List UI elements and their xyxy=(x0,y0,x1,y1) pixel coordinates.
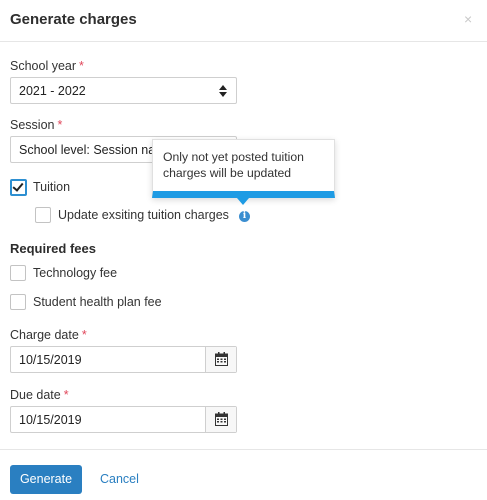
generate-charges-dialog: Generate charges × School year * 2021 - 2… xyxy=(0,0,487,500)
cancel-button[interactable]: Cancel xyxy=(100,472,139,486)
due-date-label-text: Due date xyxy=(10,388,61,402)
charge-date-input[interactable]: 10/15/2019 xyxy=(10,346,237,373)
update-existing-checkbox[interactable] xyxy=(35,207,51,223)
due-date-label: Due date * xyxy=(10,388,69,402)
due-date-calendar-button[interactable] xyxy=(205,407,236,432)
required-asterisk: * xyxy=(57,118,63,132)
dialog-footer: Generate Cancel xyxy=(0,449,487,500)
required-fees-title: Required fees xyxy=(10,241,96,256)
generate-button[interactable]: Generate xyxy=(10,465,82,494)
update-existing-label: Update exsiting tuition charges xyxy=(58,208,229,222)
tooltip-text: Only not yet posted tuition charges will… xyxy=(163,150,304,180)
session-label: Session * xyxy=(10,118,62,132)
tuition-label: Tuition xyxy=(33,180,71,194)
due-date-input[interactable]: 10/15/2019 xyxy=(10,406,237,433)
close-icon[interactable]: × xyxy=(464,12,472,26)
school-year-label-text: School year xyxy=(10,59,77,73)
info-icon[interactable]: i xyxy=(239,211,250,222)
charge-date-label: Charge date * xyxy=(10,328,87,342)
dialog-title: Generate charges xyxy=(10,11,137,28)
required-asterisk: * xyxy=(79,59,84,73)
school-year-label: School year * xyxy=(10,59,84,73)
tuition-checkbox[interactable] xyxy=(10,179,27,196)
sort-caret-icon xyxy=(218,83,228,99)
dialog-header: Generate charges × xyxy=(0,0,487,42)
technology-fee-label: Technology fee xyxy=(33,266,118,280)
charge-date-calendar-button[interactable] xyxy=(205,347,236,372)
required-asterisk: * xyxy=(81,328,87,342)
school-year-select[interactable]: 2021 - 2022 xyxy=(10,77,237,104)
tooltip: Only not yet posted tuition charges will… xyxy=(152,139,335,198)
student-health-plan-fee-label: Student health plan fee xyxy=(33,295,162,309)
school-year-value: 2021 - 2022 xyxy=(19,84,86,98)
charge-date-value: 10/15/2019 xyxy=(19,353,82,367)
calendar-icon xyxy=(215,412,228,426)
session-label-text: Session xyxy=(10,118,55,132)
checkmark-icon xyxy=(12,180,24,192)
student-health-plan-fee-checkbox[interactable] xyxy=(10,294,26,310)
tooltip-arrow xyxy=(237,198,249,205)
required-asterisk: * xyxy=(63,388,69,402)
due-date-value: 10/15/2019 xyxy=(19,413,82,427)
technology-fee-checkbox[interactable] xyxy=(10,265,26,281)
calendar-icon xyxy=(215,352,228,366)
charge-date-label-text: Charge date xyxy=(10,328,79,342)
